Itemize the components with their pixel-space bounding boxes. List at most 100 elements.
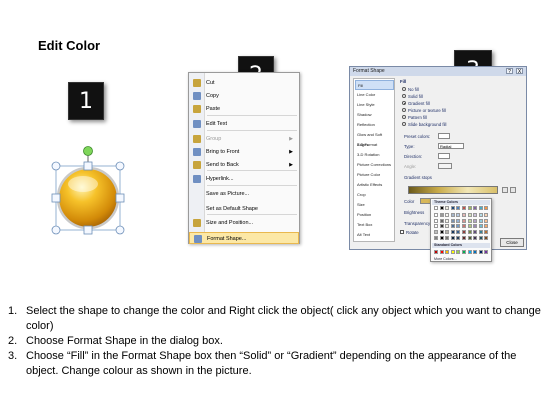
theme-color-swatch[interactable] bbox=[456, 206, 461, 210]
theme-color-swatch[interactable] bbox=[439, 206, 444, 210]
standard-color-swatch[interactable] bbox=[439, 250, 444, 254]
theme-color-swatch[interactable] bbox=[450, 236, 455, 240]
menu-item-bring-to-front[interactable]: Bring to Front ▶ bbox=[189, 146, 299, 158]
theme-color-swatch[interactable] bbox=[439, 218, 444, 223]
theme-color-swatch[interactable] bbox=[439, 236, 444, 240]
theme-color-swatch[interactable] bbox=[434, 212, 438, 217]
menu-item-format-shape[interactable]: Format Shape... bbox=[189, 232, 299, 244]
theme-color-swatch[interactable] bbox=[456, 212, 461, 217]
theme-color-swatch[interactable] bbox=[478, 212, 483, 217]
menu-item-size-and-position[interactable]: Size and Position... bbox=[189, 217, 299, 229]
fill-option-gradient-fill[interactable]: Gradient fill bbox=[408, 101, 430, 106]
category-text-box[interactable]: Text Box bbox=[355, 220, 394, 230]
theme-color-swatch[interactable] bbox=[434, 224, 438, 229]
theme-color-swatch[interactable] bbox=[478, 230, 483, 235]
theme-color-swatch[interactable] bbox=[467, 224, 472, 229]
category-picture-color[interactable]: Picture Color bbox=[355, 170, 394, 180]
fill-option-radio[interactable] bbox=[402, 108, 406, 112]
help-button[interactable]: ? bbox=[506, 68, 513, 75]
fill-option-radio[interactable] bbox=[402, 115, 406, 119]
theme-color-swatch[interactable] bbox=[456, 218, 461, 223]
theme-color-swatch[interactable] bbox=[462, 212, 466, 217]
fill-option-radio[interactable] bbox=[402, 94, 406, 98]
standard-color-swatch[interactable] bbox=[456, 250, 461, 254]
fill-option-pattern-fill[interactable]: Pattern fill bbox=[408, 115, 427, 120]
theme-color-swatch[interactable] bbox=[484, 230, 489, 235]
theme-color-swatch[interactable] bbox=[484, 206, 489, 210]
theme-color-swatch[interactable] bbox=[445, 230, 450, 235]
category-fill[interactable]: Fill bbox=[355, 80, 394, 90]
theme-color-swatch[interactable] bbox=[478, 236, 483, 240]
more-colors-link[interactable]: More Colors... bbox=[434, 257, 457, 261]
theme-color-swatch[interactable] bbox=[434, 230, 438, 235]
theme-color-swatch[interactable] bbox=[456, 224, 461, 229]
standard-color-swatch[interactable] bbox=[467, 250, 472, 254]
gradient-stop-bar[interactable] bbox=[408, 186, 498, 194]
theme-color-swatch[interactable] bbox=[434, 236, 438, 240]
selected-sphere-shape[interactable] bbox=[46, 146, 144, 244]
fill-option-radio[interactable] bbox=[402, 122, 406, 126]
theme-color-swatch[interactable] bbox=[478, 206, 483, 210]
theme-color-swatch[interactable] bbox=[450, 212, 455, 217]
menu-item-paste[interactable]: Paste bbox=[189, 103, 299, 115]
theme-color-swatch[interactable] bbox=[439, 224, 444, 229]
theme-color-swatch[interactable] bbox=[484, 236, 489, 240]
theme-color-swatch[interactable] bbox=[445, 236, 450, 240]
theme-color-swatch[interactable] bbox=[473, 236, 478, 240]
theme-color-swatch[interactable] bbox=[484, 218, 489, 223]
theme-color-swatch[interactable] bbox=[450, 206, 455, 210]
theme-color-swatch[interactable] bbox=[450, 230, 455, 235]
add-stop-button[interactable] bbox=[502, 187, 508, 193]
rotate-checkbox[interactable] bbox=[400, 230, 404, 234]
standard-color-swatch[interactable] bbox=[434, 250, 438, 254]
theme-color-swatch[interactable] bbox=[467, 218, 472, 223]
theme-color-swatch[interactable] bbox=[462, 218, 466, 223]
theme-color-swatch[interactable] bbox=[456, 236, 461, 240]
theme-color-swatch[interactable] bbox=[473, 224, 478, 229]
category-artistic-effects[interactable]: Artistic Effects bbox=[355, 180, 394, 190]
theme-color-swatch[interactable] bbox=[467, 236, 472, 240]
theme-color-swatch[interactable] bbox=[473, 218, 478, 223]
theme-color-swatch[interactable] bbox=[473, 230, 478, 235]
theme-color-swatch[interactable] bbox=[445, 206, 450, 210]
theme-color-swatch[interactable] bbox=[450, 224, 455, 229]
standard-color-swatch[interactable] bbox=[462, 250, 466, 254]
standard-color-swatch[interactable] bbox=[445, 250, 450, 254]
category-shadow[interactable]: Shadow bbox=[355, 110, 394, 120]
category-position[interactable]: Position bbox=[355, 210, 394, 220]
theme-color-swatch[interactable] bbox=[445, 212, 450, 217]
theme-color-swatch[interactable] bbox=[473, 206, 478, 210]
theme-color-swatch[interactable] bbox=[473, 212, 478, 217]
category-line-color[interactable]: Line Color bbox=[355, 90, 394, 100]
category-line-style[interactable]: Line Style bbox=[355, 100, 394, 110]
theme-color-swatch[interactable] bbox=[434, 218, 438, 223]
fill-option-radio[interactable] bbox=[402, 101, 406, 105]
theme-color-swatch[interactable] bbox=[462, 224, 466, 229]
theme-color-swatch[interactable] bbox=[456, 230, 461, 235]
remove-stop-button[interactable] bbox=[510, 187, 516, 193]
theme-color-swatch[interactable] bbox=[439, 212, 444, 217]
preset-colors-dropdown[interactable] bbox=[438, 133, 450, 139]
theme-color-swatch[interactable] bbox=[434, 206, 438, 210]
theme-color-swatch[interactable] bbox=[478, 224, 483, 229]
direction-dropdown[interactable] bbox=[438, 153, 450, 159]
type-dropdown[interactable]: Radial bbox=[438, 143, 464, 149]
category-reflection[interactable]: Reflection bbox=[355, 120, 394, 130]
category-size[interactable]: Size bbox=[355, 200, 394, 210]
standard-color-swatch[interactable] bbox=[478, 250, 483, 254]
menu-item-edit-text[interactable]: Edit Text bbox=[189, 118, 299, 130]
fill-option-picture-or-texture-fill[interactable]: Picture or texture fill bbox=[408, 108, 446, 113]
theme-color-swatch[interactable] bbox=[484, 224, 489, 229]
fill-option-slide-background-fill[interactable]: Slide background fill bbox=[408, 122, 446, 127]
category-picture-corrections[interactable]: Picture Corrections bbox=[355, 160, 394, 170]
theme-color-swatch[interactable] bbox=[462, 230, 466, 235]
rotation-handle[interactable] bbox=[83, 146, 93, 156]
standard-color-swatch[interactable] bbox=[484, 250, 489, 254]
theme-color-swatch[interactable] bbox=[439, 230, 444, 235]
standard-color-swatch[interactable] bbox=[450, 250, 455, 254]
category-glow-and-soft-edges[interactable]: Glow and Soft Edges bbox=[355, 130, 394, 147]
menu-item-cut[interactable]: Cut bbox=[189, 77, 299, 89]
category-alt-text[interactable]: Alt Text bbox=[355, 230, 394, 240]
theme-color-swatch[interactable] bbox=[445, 224, 450, 229]
theme-color-swatch[interactable] bbox=[450, 218, 455, 223]
